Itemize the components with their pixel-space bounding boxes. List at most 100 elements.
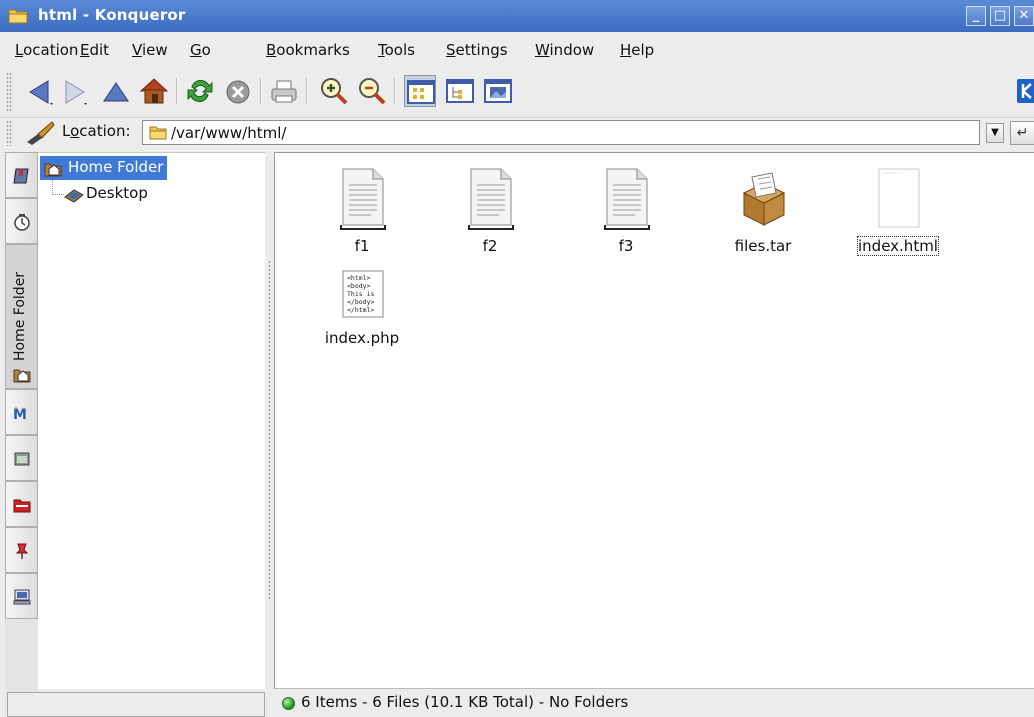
- text-file-icon: [468, 168, 514, 230]
- enter-arrow-icon: ↵: [1016, 125, 1029, 141]
- home-button[interactable]: [138, 75, 170, 107]
- back-icon: [29, 80, 53, 105]
- up-button[interactable]: [100, 75, 132, 107]
- php-preview-line: <html>: [347, 274, 371, 282]
- sidebar-tab-system[interactable]: [5, 573, 38, 619]
- maximize-icon: □: [993, 8, 1007, 23]
- forward-icon: [65, 80, 87, 105]
- toolbar-separator: [176, 78, 178, 104]
- location-input[interactable]: /var/www/html/: [142, 120, 980, 145]
- sidebar-tab-services[interactable]: [5, 527, 38, 573]
- menu-view[interactable]: View: [132, 41, 168, 59]
- image-view-button[interactable]: [482, 75, 514, 107]
- status-bar: 6 Items - 6 Files (10.1 KB Total) - No F…: [274, 688, 1034, 717]
- home-folder-icon: [13, 369, 31, 383]
- menu-tools[interactable]: Tools: [378, 41, 415, 59]
- toolbar-handle[interactable]: [6, 72, 12, 112]
- title-bar[interactable]: html - Konqueror _ □ ✕: [0, 0, 1034, 32]
- icon-view-icon: [407, 80, 435, 104]
- location-dropdown-button[interactable]: ▼: [986, 123, 1004, 143]
- close-button[interactable]: ✕: [1014, 6, 1034, 26]
- toolbar-separator: [306, 78, 308, 104]
- folder-icon: [8, 9, 28, 24]
- sidebar-tab-history[interactable]: [5, 198, 38, 244]
- file-item-f3[interactable]: f3: [561, 157, 691, 255]
- zoom-in-icon: [321, 78, 348, 105]
- minimize-button[interactable]: _: [966, 6, 986, 26]
- reload-button[interactable]: [184, 75, 216, 107]
- file-item-f1[interactable]: f1: [297, 157, 427, 255]
- sidebar-tabs: Home Folder M: [5, 152, 38, 712]
- php-preview-line: </body>: [347, 298, 374, 306]
- archive-box-icon: [742, 172, 786, 226]
- sidebar-tab-label: Home Folder: [12, 271, 28, 361]
- history-icon: [14, 214, 30, 231]
- zoom-out-icon: [359, 78, 386, 105]
- desktop-icon: [64, 189, 84, 203]
- print-button[interactable]: [268, 75, 300, 107]
- icon-view-button[interactable]: [404, 75, 436, 107]
- zoom-out-button[interactable]: [356, 75, 388, 107]
- reload-icon: [187, 79, 213, 103]
- file-item-files-tar[interactable]: files.tar: [698, 157, 828, 255]
- text-file-icon: [340, 168, 386, 230]
- network-folder-icon: [14, 452, 30, 466]
- chevron-down-icon: ▼: [991, 127, 999, 138]
- tree-item-label: Home Folder: [68, 158, 164, 176]
- status-text: 6 Items - 6 Files (10.1 KB Total) - No F…: [301, 693, 629, 711]
- main-toolbar: [0, 64, 1034, 118]
- toolbar-separator: [394, 78, 396, 104]
- file-item-index-html[interactable]: index.html: [833, 157, 963, 256]
- php-preview-line: </html>: [347, 306, 374, 314]
- stop-button[interactable]: [222, 75, 254, 107]
- location-bar: Location: /var/www/html/ ▼ ↵: [0, 118, 1034, 148]
- home-folder-icon: [44, 163, 62, 177]
- sidebar-tab-media[interactable]: M: [5, 389, 38, 435]
- file-name: files.tar: [734, 237, 792, 255]
- menu-location[interactable]: Location: [15, 41, 78, 59]
- menu-help[interactable]: Help: [620, 41, 654, 59]
- location-value: /var/www/html/: [171, 124, 287, 142]
- navigation-tree: Home Folder Desktop: [38, 152, 265, 689]
- print-icon: [271, 80, 297, 103]
- tree-view-icon: [446, 79, 474, 103]
- up-icon: [103, 82, 129, 102]
- zoom-in-button[interactable]: [318, 75, 350, 107]
- menu-window[interactable]: Window: [535, 41, 594, 59]
- menu-go[interactable]: Go: [190, 41, 211, 59]
- locationbar-handle[interactable]: [6, 120, 12, 146]
- php-file-icon: <html> <body> This is </body> </html>: [342, 270, 384, 318]
- location-label: Location:: [62, 122, 131, 140]
- clear-location-icon[interactable]: [24, 120, 56, 146]
- tree-item-label: Desktop: [86, 184, 148, 202]
- tree-item-desktop[interactable]: Desktop: [60, 184, 148, 206]
- tree-view-button[interactable]: [444, 75, 476, 107]
- file-item-index-php[interactable]: <html> <body> This is </body> </html> in…: [297, 249, 427, 347]
- sidebar-tab-home-folder[interactable]: Home Folder: [5, 244, 38, 389]
- maximize-button[interactable]: □: [990, 6, 1010, 26]
- status-indicator-icon: [282, 697, 295, 710]
- sidebar-tab-network[interactable]: [5, 435, 38, 481]
- menu-settings[interactable]: Settings: [446, 41, 508, 59]
- svg-text:M: M: [13, 407, 27, 422]
- file-item-f2[interactable]: f2: [425, 157, 555, 255]
- php-preview-line: <body>: [347, 282, 371, 290]
- menu-bookmarks[interactable]: Bookmarks: [266, 41, 350, 59]
- media-icon: M: [13, 407, 27, 422]
- kde-logo[interactable]: [1012, 75, 1034, 107]
- file-name: f2: [482, 237, 498, 255]
- sidebar-tab-root-folder[interactable]: [5, 481, 38, 527]
- forward-button[interactable]: [58, 75, 90, 107]
- file-name: index.php: [324, 329, 400, 347]
- sidebar-tab-bookmarks[interactable]: [5, 152, 38, 198]
- text-file-icon: [604, 168, 650, 230]
- toolbar-separator: [260, 78, 262, 104]
- panel-splitter[interactable]: [265, 152, 274, 717]
- go-button[interactable]: ↵: [1010, 121, 1034, 145]
- menu-edit[interactable]: Edit: [80, 41, 109, 59]
- file-view[interactable]: f1 f2 f3 files.tar index.html <html> <bo…: [274, 152, 1034, 688]
- back-button[interactable]: [24, 75, 56, 107]
- sidebar-status-area: [7, 692, 265, 717]
- kde-logo-icon: [1017, 79, 1034, 103]
- tree-item-home-folder[interactable]: Home Folder: [40, 156, 168, 180]
